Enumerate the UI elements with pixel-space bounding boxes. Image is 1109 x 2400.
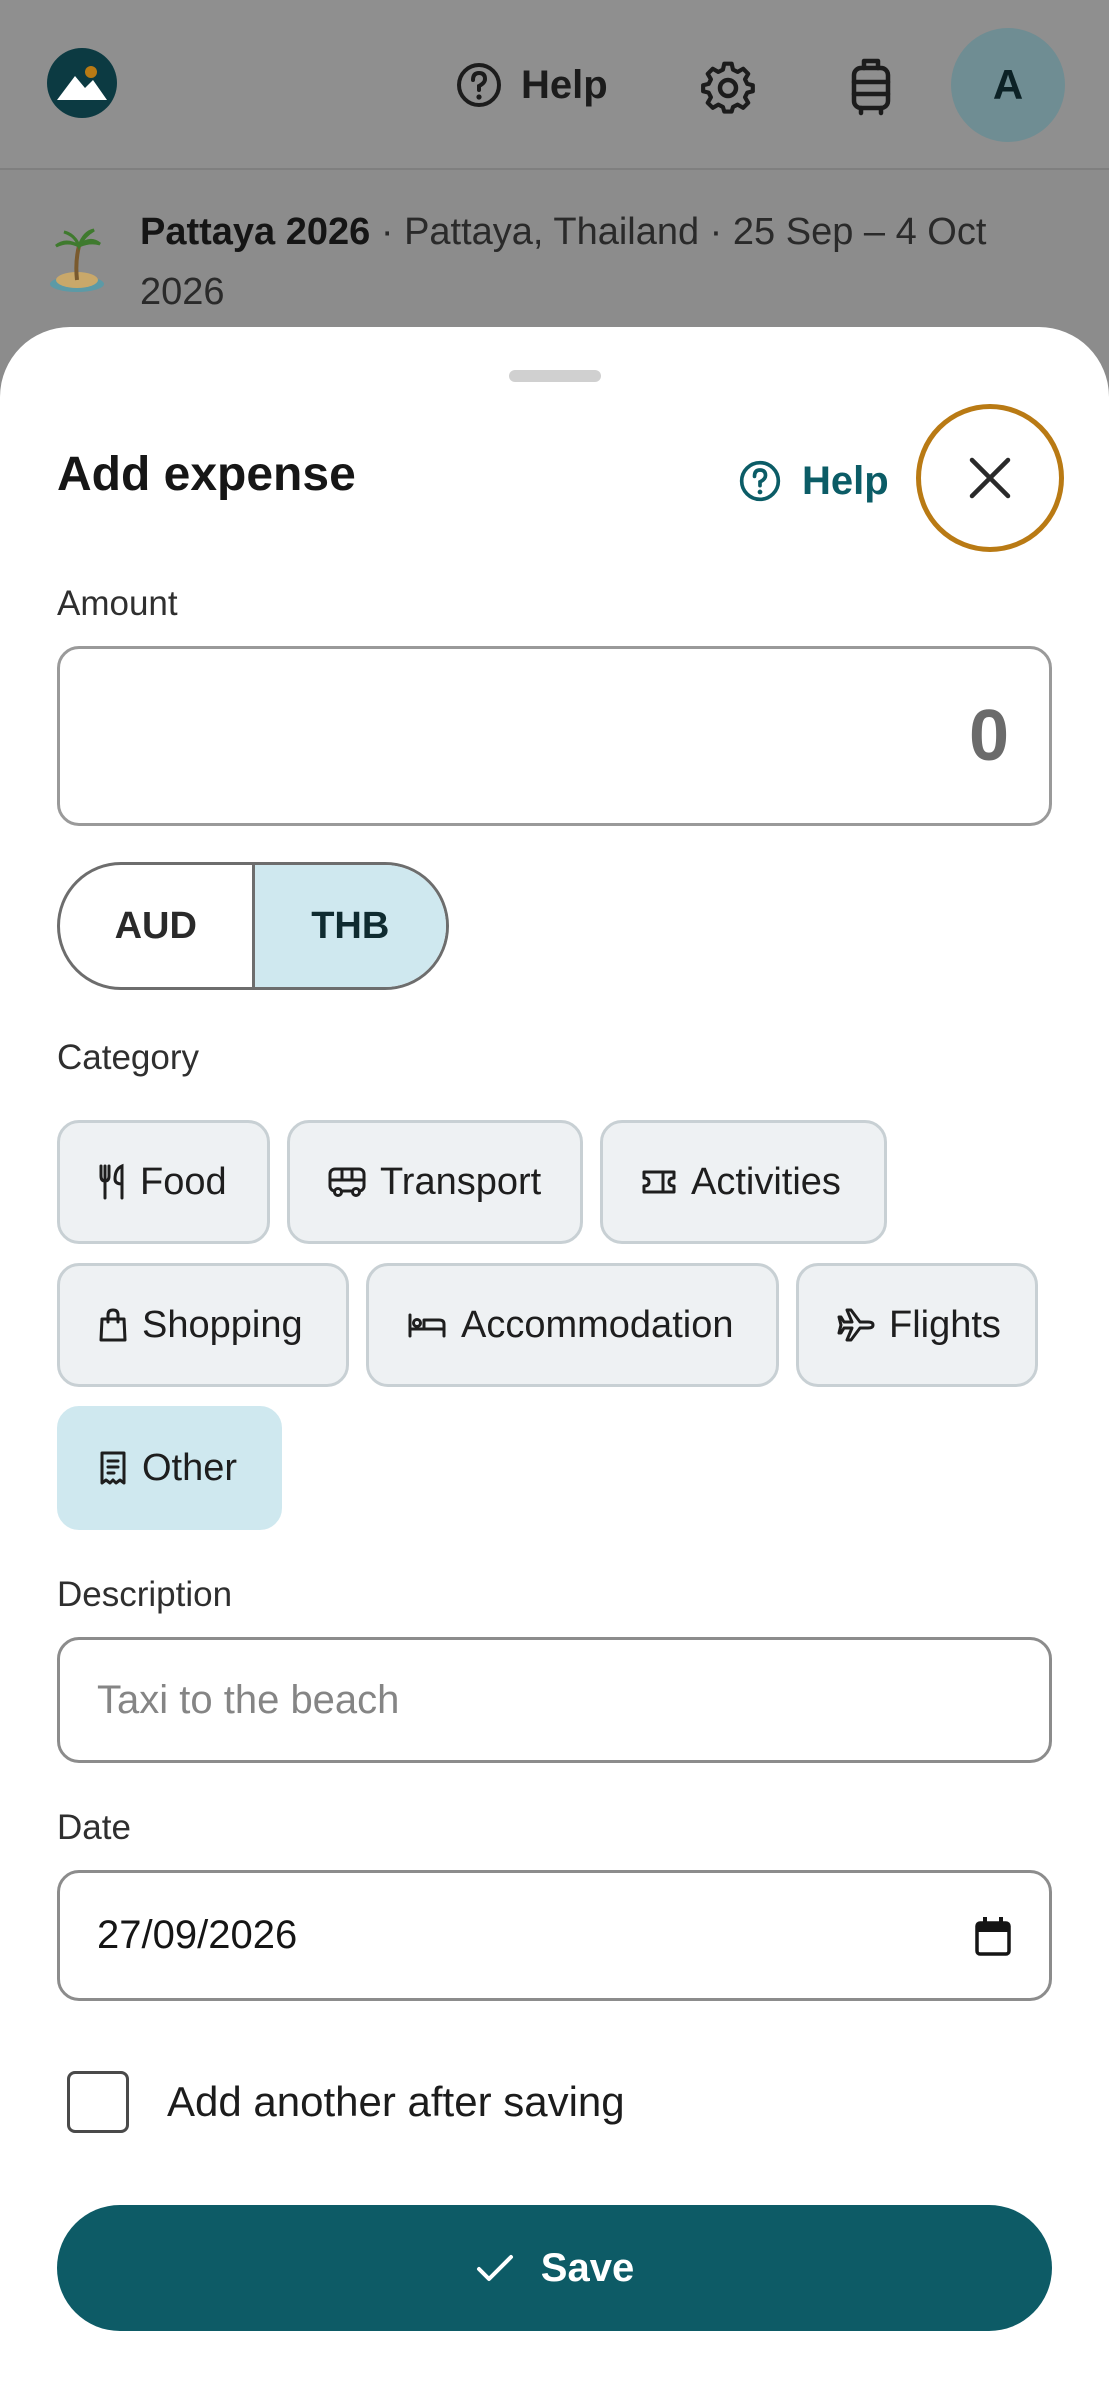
help-circle-icon bbox=[457, 63, 501, 107]
shopping-bag-icon bbox=[99, 1308, 127, 1342]
category-chip-other[interactable]: Other bbox=[57, 1406, 282, 1530]
currency-option-thb[interactable]: THB bbox=[251, 865, 446, 987]
sheet-title: Add expense bbox=[57, 448, 356, 501]
trip-name: Pattaya 2026 bbox=[140, 211, 371, 253]
sheet-help-button[interactable]: Help bbox=[738, 456, 889, 506]
bus-icon bbox=[328, 1167, 366, 1197]
sheet-help-label: Help bbox=[802, 458, 889, 503]
amount-label: Amount bbox=[57, 584, 178, 623]
description-placeholder: Taxi to the beach bbox=[97, 1677, 400, 1722]
header-help-label: Help bbox=[521, 62, 608, 107]
category-chip-transport[interactable]: Transport bbox=[287, 1120, 583, 1244]
category-chip-label: Other bbox=[142, 1446, 238, 1489]
header-help-button[interactable]: Help bbox=[455, 58, 608, 112]
receipt-icon bbox=[100, 1451, 126, 1485]
category-chip-food[interactable]: Food bbox=[57, 1120, 270, 1244]
description-label: Description bbox=[57, 1575, 233, 1614]
plane-icon bbox=[837, 1308, 875, 1342]
category-chip-flights[interactable]: Flights bbox=[796, 1263, 1038, 1387]
fork-knife-icon bbox=[99, 1163, 124, 1200]
calendar-icon[interactable] bbox=[974, 1916, 1012, 1956]
close-button[interactable] bbox=[916, 404, 1064, 552]
add-expense-sheet: Add expense Help Amount 0 AUD THB Catego… bbox=[0, 327, 1109, 2400]
gear-icon[interactable] bbox=[700, 60, 756, 116]
category-label: Category bbox=[57, 1038, 200, 1077]
currency-option-aud[interactable]: AUD bbox=[60, 865, 252, 987]
luggage-icon[interactable] bbox=[843, 56, 899, 116]
category-chip-label: Transport bbox=[380, 1160, 542, 1203]
category-chip-activities[interactable]: Activities bbox=[600, 1120, 887, 1244]
category-chip-label: Accommodation bbox=[461, 1303, 734, 1346]
logo-icon[interactable] bbox=[47, 48, 117, 118]
check-icon bbox=[476, 2255, 513, 2281]
description-input[interactable]: Taxi to the beach bbox=[57, 1637, 1052, 1763]
date-label: Date bbox=[57, 1808, 131, 1847]
save-button[interactable]: Save bbox=[57, 2205, 1052, 2331]
category-chip-label: Flights bbox=[889, 1303, 1001, 1346]
category-chip-accommodation[interactable]: Accommodation bbox=[366, 1263, 779, 1387]
trip-details: Pattaya 2026 · Pattaya, Thailand · 25 Se… bbox=[140, 202, 1080, 322]
ticket-icon bbox=[642, 1170, 676, 1194]
date-input[interactable]: 27/09/2026 bbox=[57, 1870, 1052, 2001]
save-label: Save bbox=[540, 2245, 635, 2290]
help-circle-icon bbox=[739, 460, 781, 502]
category-chip-label: Activities bbox=[691, 1160, 841, 1203]
avatar-initial: A bbox=[992, 61, 1024, 108]
add-another-row[interactable]: Add another after saving bbox=[67, 2071, 625, 2133]
screen: Help A Pattaya 2026 · Pattaya, Thailand … bbox=[0, 0, 1109, 2400]
island-icon bbox=[50, 228, 104, 292]
trip-summary: Pattaya 2026 · Pattaya, Thailand · 25 Se… bbox=[0, 172, 1109, 332]
category-chip-label: Shopping bbox=[142, 1303, 303, 1346]
bed-icon bbox=[408, 1313, 446, 1338]
add-another-checkbox[interactable] bbox=[67, 2071, 129, 2133]
category-chip-label: Food bbox=[140, 1160, 227, 1203]
amount-value: 0 bbox=[968, 696, 1009, 776]
app-header: Help A bbox=[0, 0, 1109, 170]
close-icon bbox=[969, 457, 1011, 499]
add-another-label: Add another after saving bbox=[167, 2078, 625, 2125]
currency-toggle: AUD THB bbox=[57, 862, 449, 990]
avatar[interactable]: A bbox=[951, 28, 1065, 142]
date-value: 27/09/2026 bbox=[97, 1913, 298, 1957]
category-chip-shopping[interactable]: Shopping bbox=[57, 1263, 349, 1387]
sheet-drag-handle[interactable] bbox=[509, 370, 601, 382]
amount-input[interactable]: 0 bbox=[57, 646, 1052, 826]
